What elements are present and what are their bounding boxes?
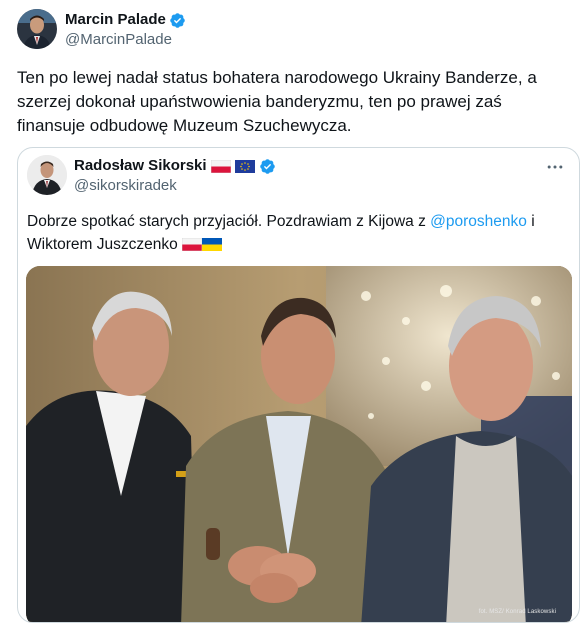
tweet-photo[interactable]: fot. MSZ/ Konrad Laskowski xyxy=(26,266,572,622)
photo-credit: fot. MSZ/ Konrad Laskowski xyxy=(478,609,556,615)
quoted-author-handle[interactable]: @sikorskiradek xyxy=(74,177,177,195)
quoted-text-before: Dobrze spotkać starych przyjaciół. Pozdr… xyxy=(27,213,431,230)
tweet-text: Ten po lewej nadał status bohatera narod… xyxy=(17,68,537,135)
quoted-tweet-card[interactable]: Radosław Sikorski @sikorskiradek Dobrze … xyxy=(17,147,580,623)
flag-poland-icon xyxy=(182,238,203,251)
tweet: Marcin Palade @MarcinPalade Ten po lewej… xyxy=(0,0,585,627)
photo-image xyxy=(26,266,572,622)
avatar-image xyxy=(27,155,67,195)
verified-badge-icon xyxy=(170,12,185,28)
flag-ukraine-icon xyxy=(202,238,223,251)
quoted-author-avatar[interactable] xyxy=(27,155,67,195)
quoted-tweet-text: Dobrze spotkać starych przyjaciół. Pozdr… xyxy=(27,210,572,256)
quoted-author-name[interactable]: Radosław Sikorski xyxy=(74,157,207,175)
flag-eu-icon xyxy=(234,159,255,173)
author-avatar[interactable] xyxy=(17,9,57,49)
flag-poland-icon xyxy=(210,159,231,173)
more-options-icon[interactable] xyxy=(545,157,565,177)
author-handle[interactable]: @MarcinPalade xyxy=(65,31,172,49)
avatar-image xyxy=(17,9,57,49)
quoted-author-name-row[interactable]: Radosław Sikorski xyxy=(74,157,276,175)
verified-badge-icon xyxy=(259,158,275,174)
mention-link[interactable]: @poroshenko xyxy=(430,213,527,230)
author-name-row[interactable]: Marcin Palade xyxy=(65,11,186,29)
author-name[interactable]: Marcin Palade xyxy=(65,11,166,29)
